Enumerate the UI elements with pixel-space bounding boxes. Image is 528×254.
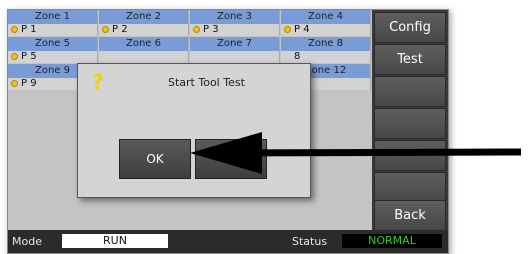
annotation-arrow-icon: [190, 132, 522, 174]
